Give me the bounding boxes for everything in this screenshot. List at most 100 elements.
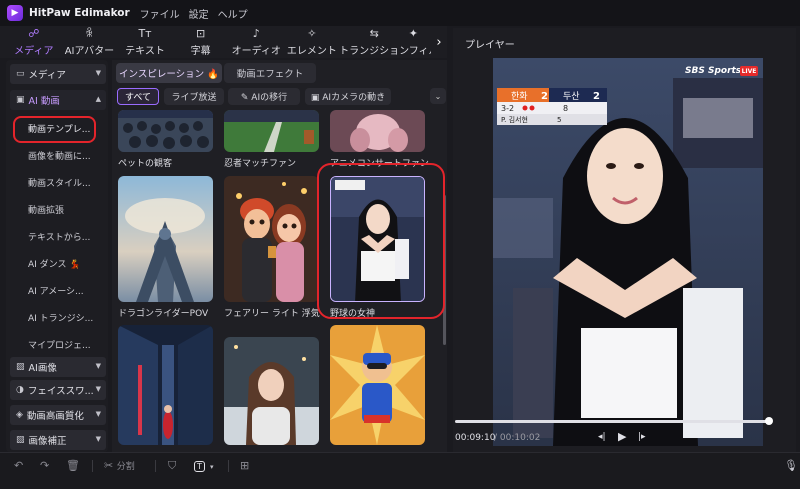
sidebar-item-image-to-video[interactable]: 画像を動画に...	[28, 149, 102, 163]
inning: 3-2	[501, 104, 514, 113]
sidebar-group-media[interactable]: ▭ メディア ▼	[10, 64, 106, 84]
count: 8	[563, 104, 568, 113]
card-label: ペットの観客	[118, 159, 173, 169]
timeline-progress[interactable]	[455, 420, 768, 423]
play-icon: ▶	[618, 430, 627, 443]
tab-audio[interactable]: ♪ オーディオ	[228, 26, 284, 58]
next-frame-icon: |▸	[638, 432, 646, 442]
text-icon: Tт	[138, 26, 152, 40]
pitch-count: 5	[557, 116, 561, 124]
thumbnail-superhero	[330, 325, 425, 445]
title-bar: ▶ HitPaw Edimakor ファイル 設定 ヘルプ	[0, 0, 800, 26]
subtab-inspiration[interactable]: インスピレーション 🔥	[116, 63, 222, 83]
tab-ai-avatar[interactable]: ꆜ AIアバター	[62, 26, 118, 58]
template-card-dragon-rider[interactable]	[118, 176, 213, 302]
sidebar-group-ai-image[interactable]: ▨ AI画像 ▼	[10, 357, 106, 377]
team2: 두산	[563, 91, 580, 102]
element-icon: ✧	[307, 26, 317, 40]
player-title: プレイヤー	[465, 40, 515, 51]
chip-ai-migration[interactable]: ✎ AIの移行	[228, 88, 300, 105]
scissors-icon: ✂	[104, 459, 114, 472]
chip-ai-camera[interactable]: ▣ AIカメラの動き	[305, 88, 391, 105]
divider	[92, 460, 93, 472]
marker-icon: ⛉	[168, 459, 177, 472]
folder-icon: ▭	[16, 69, 25, 79]
delete-button[interactable]: 🗑	[66, 459, 80, 472]
tab-transition[interactable]: ⇆ トランジション	[340, 26, 409, 58]
sidebar-item-video-extend[interactable]: 動画拡張	[28, 203, 102, 217]
microphone-icon: 🎙	[784, 459, 798, 472]
total-time: / 00:10:02	[494, 433, 541, 443]
template-card-pet-audience[interactable]	[118, 110, 213, 152]
chip-all[interactable]: すべて	[117, 88, 159, 105]
sidebar-group-face-swap[interactable]: ◑ フェイススワ... ▼	[10, 380, 106, 400]
tab-text[interactable]: Tт テキスト	[117, 26, 173, 58]
chevron-up-icon: ▲	[95, 95, 101, 103]
add-track-icon: ⊞	[240, 459, 250, 472]
sidebar-item-ai-transition[interactable]: AI トランジシ...	[28, 311, 102, 325]
broadcaster-logo: SBS Sports	[685, 66, 742, 76]
text-tool-button[interactable]: T	[194, 461, 205, 472]
microphone-button[interactable]: 🎙	[784, 459, 798, 472]
template-card[interactable]	[118, 325, 213, 445]
split-button[interactable]: ✂ 分割	[104, 459, 135, 472]
sidebar-item-my-projects[interactable]: マイプロジェ...	[28, 338, 102, 352]
thumbnail-concert	[330, 110, 425, 152]
current-time: 00:09:10	[455, 433, 496, 443]
sidebar-item-text-to-video[interactable]: テキストから...	[28, 230, 102, 244]
sidebar-item-ai-animation[interactable]: AI アメーシ...	[28, 284, 102, 298]
tab-subtitle[interactable]: ⊡ 字幕	[173, 26, 229, 58]
next-frame-button[interactable]: |▸	[638, 432, 646, 442]
menu-settings[interactable]: 設定	[189, 6, 209, 21]
trash-icon: 🗑	[66, 459, 80, 472]
divider	[155, 460, 156, 472]
divider	[228, 460, 229, 472]
sidebar-group-ai-video[interactable]: ▣ AI 動画 ▲	[10, 90, 106, 110]
sidebar-group-enhance[interactable]: ◈ 動画高画質化 ▼	[10, 405, 106, 425]
player-panel: プレイヤー 한화 2 두산 2 3-2 8 P. 김서현 5 SBS Sport…	[453, 28, 796, 452]
thumbnail-cartoon-couple	[224, 176, 319, 302]
sidebar-item-ai-dance[interactable]: AI ダンス 💃	[28, 257, 102, 271]
menu-bar: ファイル 設定 ヘルプ	[140, 6, 248, 21]
menu-file[interactable]: ファイル	[140, 6, 180, 21]
thumbnail-crowd	[118, 110, 213, 152]
enhance-icon: ◈	[16, 410, 23, 420]
app-title: HitPaw Edimakor	[29, 7, 130, 19]
template-card[interactable]	[330, 325, 425, 445]
play-button[interactable]: ▶	[618, 430, 626, 443]
subtab-video-effects[interactable]: 動画エフェクト	[224, 63, 316, 83]
chevron-down-icon: ▼	[95, 362, 101, 370]
ai-image-icon: ▨	[16, 362, 25, 372]
prev-frame-button[interactable]: ◂|	[598, 432, 606, 442]
tab-media[interactable]: ☍ メディア	[6, 26, 62, 58]
undo-button[interactable]: ↶	[14, 459, 23, 472]
tab-element[interactable]: ✧ エレメント	[284, 26, 340, 58]
template-card[interactable]	[224, 337, 319, 445]
timeline-handle[interactable]	[765, 417, 773, 425]
text-tool-icon: T	[197, 462, 202, 471]
team1: 한화	[511, 91, 528, 102]
ai-video-icon: ▣	[16, 95, 25, 105]
chip-live[interactable]: ライブ放送	[164, 88, 224, 105]
template-card-ninja-fan[interactable]	[224, 110, 319, 152]
undo-icon: ↶	[14, 459, 24, 472]
text-tool-dropdown[interactable]: ▾	[210, 463, 214, 471]
audio-icon: ♪	[252, 26, 260, 40]
chips-dropdown-button[interactable]: ⌄	[430, 88, 446, 104]
marker-button[interactable]: ⛉	[168, 459, 176, 473]
menu-help[interactable]: ヘルプ	[218, 6, 248, 21]
add-track-button[interactable]: ⊞	[240, 459, 249, 472]
template-card-fairy-light[interactable]	[224, 176, 319, 302]
chevron-down-icon: ▼	[95, 69, 101, 77]
transition-icon: ⇆	[369, 26, 379, 40]
card-label: ドラゴンライダーPOV	[118, 309, 209, 319]
template-card-anime-concert[interactable]	[330, 110, 425, 152]
sidebar-item-video-style[interactable]: 動画スタイル...	[28, 176, 102, 190]
redo-button[interactable]: ↷	[40, 459, 49, 472]
live-badge: LIVE	[740, 66, 758, 76]
tabs-next-button[interactable]: ›	[431, 26, 447, 58]
chevron-down-icon: ▼	[95, 385, 101, 393]
sidebar-group-image-fix[interactable]: ▧ 画像補正 ▼	[10, 430, 106, 450]
filter-icon: ✦	[408, 26, 418, 40]
image-fix-icon: ▧	[16, 435, 25, 445]
